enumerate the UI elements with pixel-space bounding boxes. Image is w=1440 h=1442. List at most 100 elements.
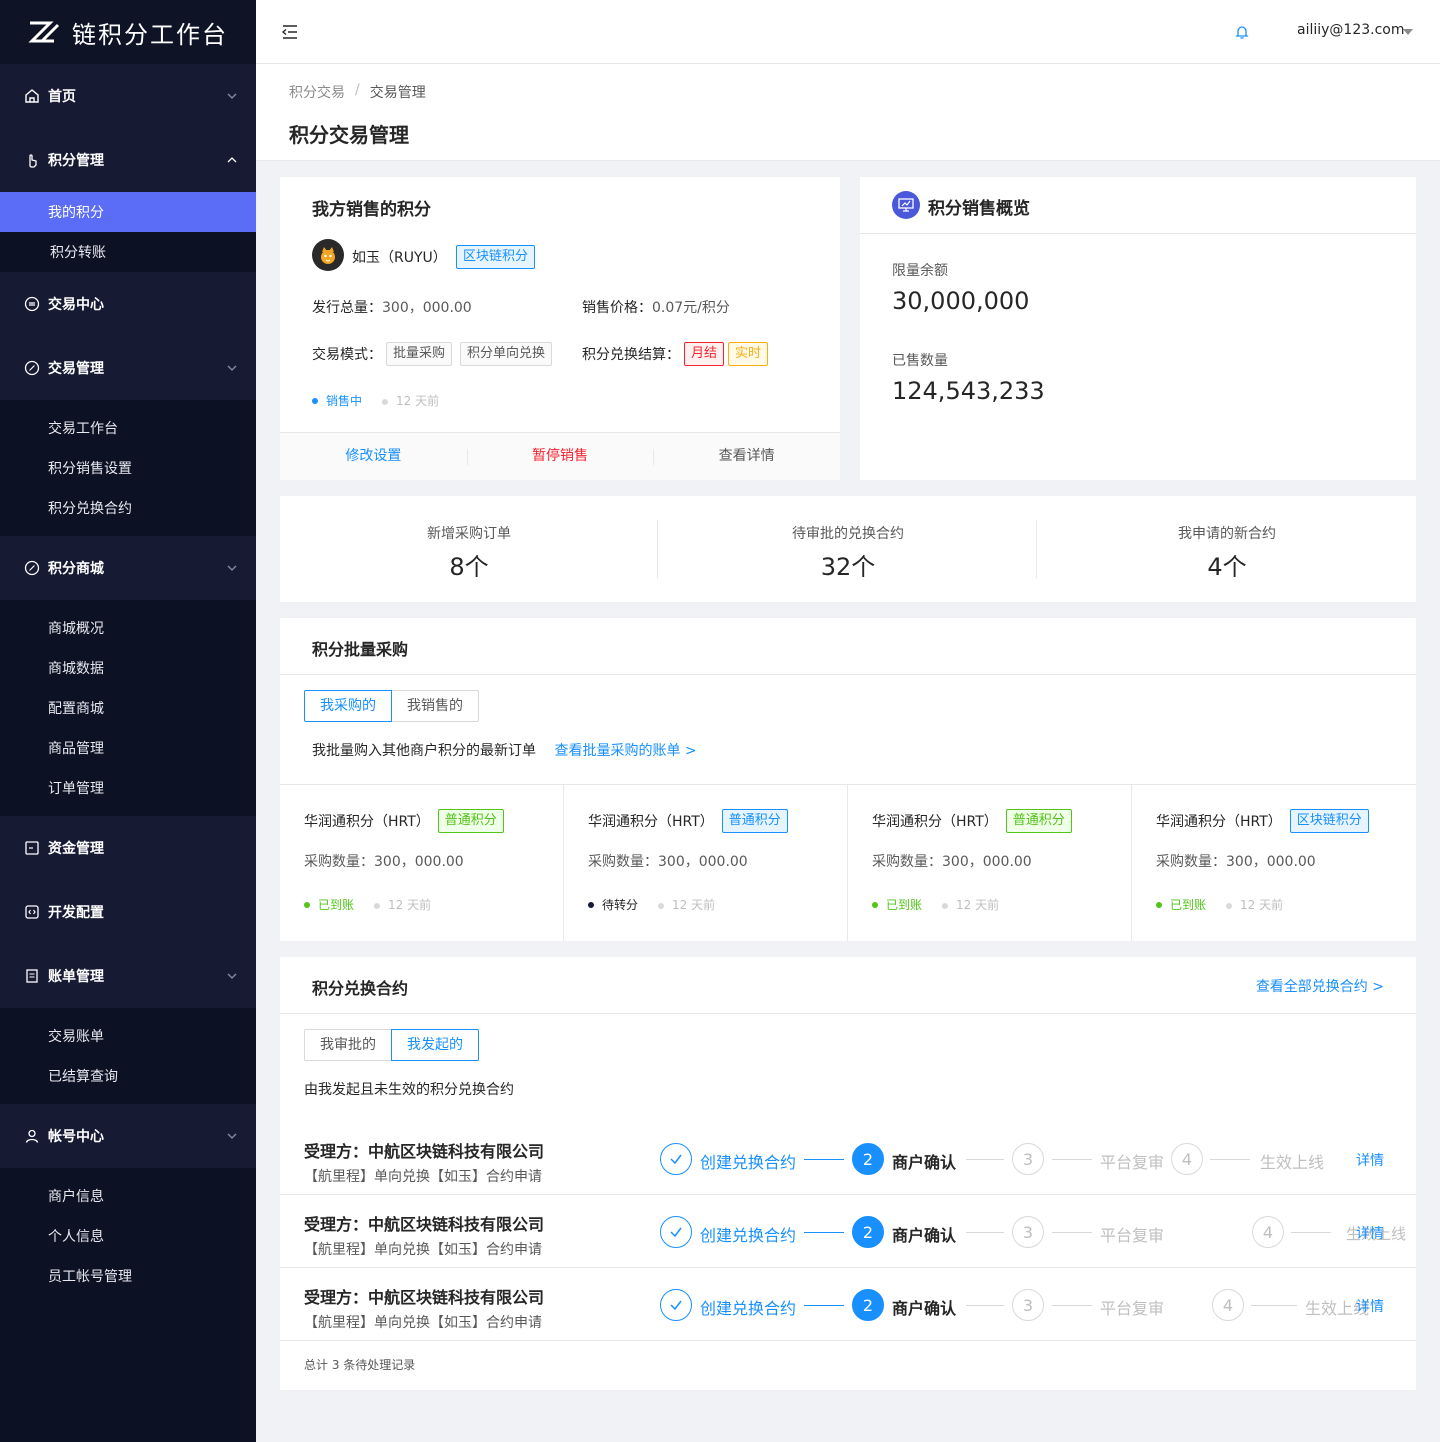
tab-approved-by-me[interactable]: 我审批的 (304, 1029, 392, 1061)
contract-detail-link[interactable]: 详情 (1356, 1223, 1384, 1243)
nav-account[interactable]: 帐号中心 (0, 1104, 256, 1168)
nav-dev[interactable]: 开发配置 (0, 880, 256, 944)
sidebar-item-exchange-contract[interactable]: 积分兑换合约 (0, 488, 256, 528)
trade-submenu: 交易工作台 积分销售设置 积分兑换合约 (0, 400, 256, 536)
purchase-item[interactable]: 华润通积分（HRT） 普通积分 采购数量：300，000.00 待转分 12 天前 (564, 785, 848, 941)
edit-settings-button[interactable]: 修改设置 (280, 433, 467, 480)
sidebar-item-my-points[interactable]: 我的积分 (0, 192, 256, 232)
contracts-title: 积分兑换合约 (312, 979, 409, 998)
check-icon (660, 1216, 692, 1248)
purchase-item[interactable]: 华润通积分（HRT） 区块链积分 采购数量：300，000.00 已到账 12 天前 (1132, 785, 1416, 941)
stat-value: 32个 (820, 553, 876, 581)
bill-icon (24, 968, 40, 984)
step-number: 3 (1012, 1143, 1044, 1175)
purchase-item[interactable]: 华润通积分（HRT） 普通积分 采购数量：300，000.00 已到账 12 天前 (848, 785, 1132, 941)
stat-pending-contracts[interactable]: 待审批的兑换合约 32个 (659, 496, 1037, 602)
nav-home-label: 首页 (48, 89, 76, 105)
contract-party: 受理方：中航区块链科技有限公司 (304, 1215, 545, 1234)
step-label: 生效上线 (1260, 1153, 1325, 1172)
contract-detail-link[interactable]: 详情 (1356, 1296, 1384, 1316)
bulk-bill-link[interactable]: 查看批量采购的账单 > (554, 743, 696, 759)
contract-detail-link[interactable]: 详情 (1356, 1150, 1384, 1170)
nav-funds[interactable]: 资金管理 (0, 816, 256, 880)
check-icon (660, 1289, 692, 1321)
nav-bills[interactable]: 账单管理 (0, 944, 256, 1008)
sale-price-label: 销售价格： (582, 300, 652, 316)
step-number: 3 (1012, 1289, 1044, 1321)
sidebar-item-orders[interactable]: 订单管理 (0, 768, 256, 808)
purchase-status: 已到账 12 天前 (872, 896, 999, 913)
step-number: 3 (1012, 1216, 1044, 1248)
stat-label: 我申请的新合约 (1178, 526, 1276, 542)
view-all-contracts-link[interactable]: 查看全部兑换合约 > (1256, 976, 1384, 996)
purchase-grid: 华润通积分（HRT） 普通积分 采购数量：300，000.00 已到账 12 天前 … (280, 784, 1416, 941)
step-number: 4 (1252, 1216, 1284, 1248)
tab-initiated-by-me[interactable]: 我发起的 (391, 1029, 479, 1061)
overview-title: 积分销售概览 (928, 199, 1030, 219)
purchase-item[interactable]: 华润通积分（HRT） 普通积分 采购数量：300，000.00 已到账 12 天前 (280, 785, 564, 941)
nav-home[interactable]: 首页 (0, 64, 256, 128)
check-icon (660, 1143, 692, 1175)
contracts-total: 总计 3 条待处理记录 (304, 1358, 416, 1372)
menu-fold-icon[interactable] (280, 22, 300, 42)
stat-new-orders[interactable]: 新增采购订单 8个 (280, 496, 658, 602)
logo[interactable]: 链积分工作台 (0, 0, 256, 64)
nav-trade-mgmt[interactable]: 交易管理 (0, 336, 256, 400)
stat-my-new-contracts[interactable]: 我申请的新合约 4个 (1038, 496, 1416, 602)
tab-my-sales[interactable]: 我销售的 (391, 690, 479, 722)
user-email[interactable]: ailiiy@123.com (1297, 22, 1405, 38)
sidebar-item-mall-config[interactable]: 配置商城 (0, 688, 256, 728)
sale-actions: 修改设置 暂停销售 查看详情 (280, 432, 840, 480)
sidebar-item-settled[interactable]: 已结算查询 (0, 1056, 256, 1096)
breadcrumb-parent[interactable]: 积分交易 (289, 82, 345, 102)
bulk-purchase-card: 积分批量采购 我采购的 我销售的 我批量购入其他商户积分的最新订单 查看批量采购… (280, 618, 1416, 941)
bills-submenu: 交易账单 已结算查询 (0, 1008, 256, 1104)
chevron-down-icon (227, 93, 237, 99)
logo-icon (28, 21, 60, 43)
nav-points-mgmt[interactable]: 积分管理 (0, 128, 256, 192)
bulk-desc-row: 我批量购入其他商户积分的最新订单 查看批量采购的账单 > (312, 740, 697, 760)
sidebar-item-personal-info[interactable]: 个人信息 (0, 1216, 256, 1256)
pause-sale-button[interactable]: 暂停销售 (466, 433, 654, 480)
chevron-down-icon (227, 365, 237, 371)
purchase-tag: 普通积分 (721, 809, 788, 833)
sidebar-item-trade-bills[interactable]: 交易账单 (0, 1016, 256, 1056)
stat-label: 新增采购订单 (427, 526, 511, 542)
bell-icon[interactable] (1234, 24, 1250, 40)
mall-submenu: 商城概况 商城数据 配置商城 商品管理 订单管理 (0, 600, 256, 816)
caret-down-icon[interactable] (1402, 26, 1414, 38)
contracts-desc: 由我发起且未生效的积分兑换合约 (304, 1082, 514, 1098)
bulk-tabs: 我采购的 我销售的 (304, 690, 479, 722)
nav-trade-mgmt-label: 交易管理 (48, 361, 104, 377)
trade-mode-label: 交易模式： (312, 347, 382, 363)
status-dot (312, 397, 318, 404)
settlement-label: 积分兑换结算： (582, 347, 680, 363)
sidebar-item-transfer[interactable]: 积分转账 (0, 232, 256, 272)
trade-mode: 交易模式： 批量采购 积分单向兑换 (312, 342, 553, 366)
sidebar-item-sale-settings[interactable]: 积分销售设置 (0, 448, 256, 488)
step-number: 2 (852, 1289, 884, 1321)
sale-time: 12 天前 (382, 392, 439, 409)
points-submenu: 我的积分 积分转账 (0, 192, 256, 272)
chevron-down-icon (227, 565, 237, 571)
sidebar-item-mall-data[interactable]: 商城数据 (0, 648, 256, 688)
step-label: 创建兑换合约 (700, 1299, 797, 1318)
sidebar-item-merchant-info[interactable]: 商户信息 (0, 1176, 256, 1216)
contract-sub: 【航里程】单向兑换【如玉】合约申请 (304, 1169, 542, 1185)
contract-party: 受理方：中航区块链科技有限公司 (304, 1142, 545, 1161)
stat-label: 待审批的兑换合约 (792, 526, 904, 542)
view-detail-button[interactable]: 查看详情 (653, 433, 840, 480)
sidebar-item-mall-overview[interactable]: 商城概况 (0, 608, 256, 648)
nav-mall[interactable]: 积分商城 (0, 536, 256, 600)
tab-my-purchases[interactable]: 我采购的 (304, 690, 392, 722)
nav-trade-center[interactable]: 交易中心 (0, 272, 256, 336)
sidebar-item-staff-accounts[interactable]: 员工帐号管理 (0, 1256, 256, 1296)
sale-price-value: 0.07元/积分 (652, 300, 730, 316)
purchase-status: 已到账 12 天前 (304, 896, 431, 913)
sidebar-item-products[interactable]: 商品管理 (0, 728, 256, 768)
nav-account-label: 帐号中心 (48, 1129, 104, 1145)
sidebar-item-workbench[interactable]: 交易工作台 (0, 408, 256, 448)
exchange-icon (24, 296, 40, 312)
nav-funds-label: 资金管理 (48, 841, 104, 857)
purchase-qty: 采购数量：300，000.00 (304, 854, 464, 870)
